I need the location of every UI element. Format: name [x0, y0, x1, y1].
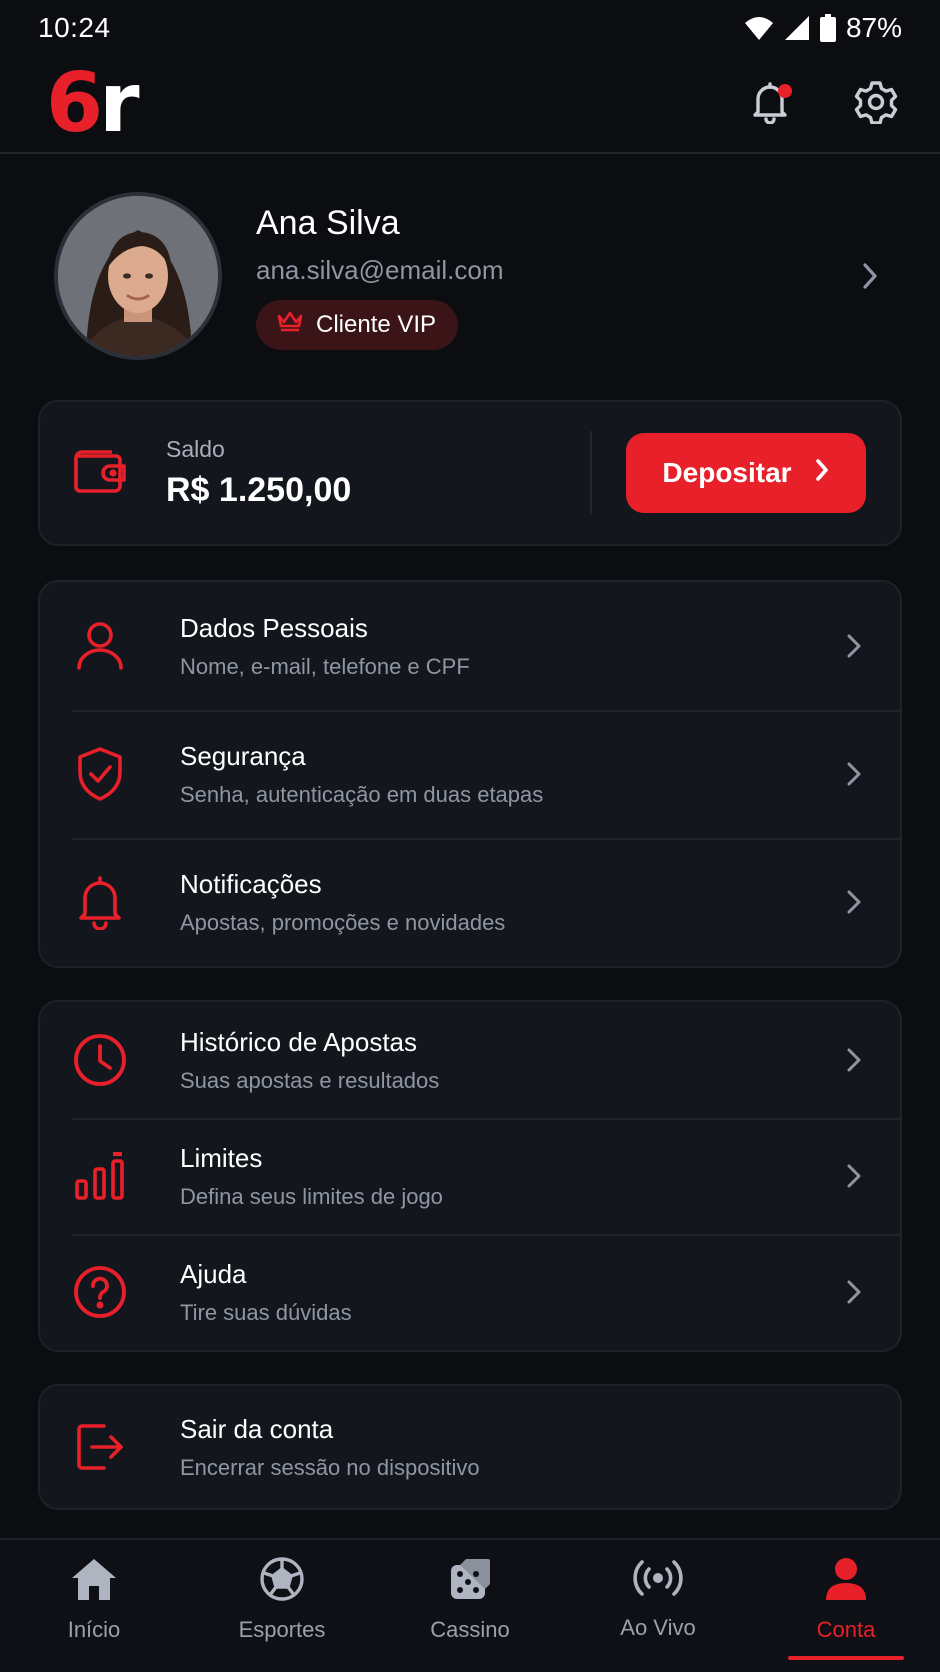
chevron-right-icon [836, 1274, 872, 1310]
nav-label: Esportes [238, 1617, 326, 1642]
account-settings-group: Dados Pessoais Nome, e-mail, telefone e … [38, 580, 902, 968]
nav-label: Início [67, 1617, 121, 1642]
user-icon [824, 1556, 868, 1607]
menu-item-texts: Segurança Senha, autenticação em duas et… [180, 741, 836, 808]
menu-item-texts: Ajuda Tire suas dúvidas [180, 1259, 836, 1326]
live-broadcast-icon [633, 1556, 683, 1605]
menu-item-title: Ajuda [180, 1258, 247, 1289]
chevron-right-icon [836, 756, 872, 792]
profile-name: Ana Silva [256, 203, 400, 242]
menu-item-bet-history[interactable]: Histórico de Apostas Suas apostas e resu… [40, 1002, 900, 1118]
menu-item-subtitle: Suas apostas e resultados [180, 1067, 440, 1093]
help-circle-icon [72, 1264, 128, 1320]
balance-card: Saldo R$ 1.250,00 Depositar [38, 400, 902, 546]
menu-item-title: Histórico de Apostas [180, 1026, 418, 1057]
betting-tools-group: Histórico de Apostas Suas apostas e resu… [38, 1000, 902, 1352]
nav-item-inicio[interactable]: Início [0, 1540, 188, 1672]
menu-item-title: Sair da conta [180, 1413, 334, 1444]
nav-item-esportes[interactable]: Esportes [188, 1540, 376, 1672]
nav-item-cassino[interactable]: Cassino [376, 1540, 564, 1672]
user-icon [72, 618, 128, 674]
nav-item-conta[interactable]: Conta [752, 1540, 940, 1672]
nav-label: Cassino [430, 1617, 510, 1642]
battery-icon [819, 14, 836, 42]
balance-info: Saldo R$ 1.250,00 [166, 431, 592, 515]
logout-card: Sair da conta Encerrar sessão no disposi… [38, 1384, 902, 1510]
shield-check-icon [72, 746, 128, 802]
menu-item-subtitle: Nome, e-mail, telefone e CPF [180, 653, 470, 679]
chevron-right-icon [850, 256, 890, 296]
menu-item-texts: Notificações Apostas, promoções e novida… [180, 869, 836, 936]
gear-icon [854, 80, 898, 129]
notification-dot [778, 84, 792, 98]
vip-badge: Cliente VIP [256, 299, 459, 350]
crown-icon [276, 310, 304, 339]
profile-email: ana.silva@email.com [256, 254, 504, 285]
brand-logo[interactable]: 6 r [46, 56, 140, 151]
profile-header[interactable]: Ana Silva ana.silva@email.com Cliente VI… [0, 188, 940, 363]
home-icon [70, 1556, 118, 1607]
settings-button[interactable] [852, 80, 900, 128]
dice-icon [448, 1556, 492, 1607]
deposit-button-label: Depositar [662, 457, 792, 488]
menu-item-limits[interactable]: Limites Defina seus limites de jogo [40, 1118, 900, 1234]
active-tab-indicator [788, 1656, 904, 1660]
menu-item-subtitle: Senha, autenticação em duas etapas [180, 781, 544, 807]
menu-item-texts: Dados Pessoais Nome, e-mail, telefone e … [180, 613, 836, 680]
menu-item-texts: Histórico de Apostas Suas apostas e resu… [180, 1027, 836, 1094]
notifications-button[interactable] [746, 80, 794, 128]
bell-icon [72, 874, 128, 930]
menu-item-subtitle: Encerrar sessão no dispositivo [180, 1454, 480, 1480]
status-time: 10:24 [38, 12, 111, 43]
battery-percent: 87% [845, 12, 902, 43]
nav-item-ao-vivo[interactable]: Ao Vivo [564, 1540, 752, 1672]
chevron-right-icon [836, 884, 872, 920]
clock-icon [72, 1032, 128, 1088]
vip-badge-label: Cliente VIP [316, 310, 437, 338]
menu-item-security[interactable]: Segurança Senha, autenticação em duas et… [40, 710, 900, 838]
logo-letter: r [99, 56, 139, 151]
menu-item-notifications[interactable]: Notificações Apostas, promoções e novida… [40, 838, 900, 966]
deposit-button[interactable]: Depositar [626, 433, 866, 513]
chevron-right-icon [836, 1042, 872, 1078]
menu-item-title: Notificações [180, 868, 322, 899]
wallet-icon [72, 446, 130, 501]
profile-info: Ana Silva ana.silva@email.com Cliente VI… [256, 202, 850, 350]
signal-icon [784, 15, 810, 41]
menu-item-texts: Sair da conta Encerrar sessão no disposi… [180, 1414, 872, 1481]
menu-item-texts: Limites Defina seus limites de jogo [180, 1143, 836, 1210]
menu-item-title: Limites [180, 1142, 263, 1173]
status-indicators: 87% [744, 12, 902, 44]
soccer-ball-icon [259, 1556, 305, 1607]
wifi-icon [744, 15, 774, 41]
nav-label: Conta [816, 1617, 876, 1642]
status-bar: 10:24 87% [0, 0, 940, 56]
balance-label: Saldo [166, 436, 225, 462]
menu-item-title: Dados Pessoais [180, 612, 368, 643]
menu-item-personal-data[interactable]: Dados Pessoais Nome, e-mail, telefone e … [40, 582, 900, 710]
chevron-right-icon [814, 457, 830, 490]
logout-button[interactable]: Sair da conta Encerrar sessão no disposi… [40, 1386, 900, 1508]
header-actions [746, 80, 900, 128]
menu-item-subtitle: Tire suas dúvidas [180, 1299, 352, 1325]
logo-number: 6 [46, 56, 103, 151]
nav-label: Ao Vivo [620, 1615, 696, 1640]
bar-chart-icon [72, 1148, 128, 1204]
balance-value: R$ 1.250,00 [166, 471, 352, 509]
menu-item-title: Segurança [180, 740, 306, 771]
menu-item-subtitle: Apostas, promoções e novidades [180, 909, 506, 935]
app-header: 6 r [0, 56, 940, 154]
menu-item-help[interactable]: Ajuda Tire suas dúvidas [40, 1234, 900, 1350]
chevron-right-icon [836, 628, 872, 664]
menu-item-subtitle: Defina seus limites de jogo [180, 1183, 443, 1209]
bottom-nav: Início Esportes Cassino Ao Vivo Conta [0, 1538, 940, 1672]
avatar [54, 191, 222, 360]
logout-icon [72, 1419, 128, 1475]
chevron-right-icon [836, 1158, 872, 1194]
